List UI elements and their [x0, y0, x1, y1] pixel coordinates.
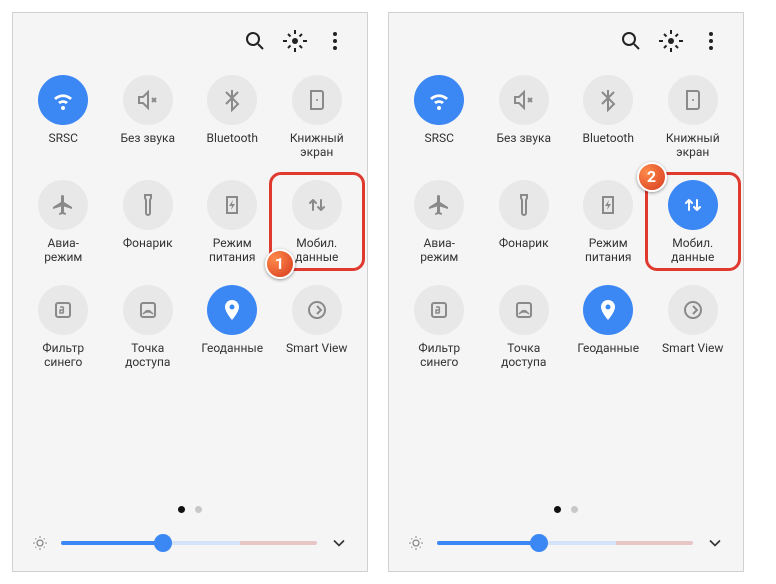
brightness-row — [13, 523, 367, 571]
qs-tile-flash[interactable]: Фонарик — [482, 180, 567, 265]
qs-tile-mute[interactable]: Без звука — [106, 75, 191, 160]
qs-tile-geo[interactable]: Геоданные — [566, 285, 651, 370]
sun-icon — [31, 534, 49, 552]
qs-tile-wifi[interactable]: SRSC — [21, 75, 106, 160]
airplane-icon — [38, 180, 88, 230]
hotspot-icon — [499, 285, 549, 335]
qs-tile-mobile[interactable]: Мобил. данные1 — [275, 180, 360, 265]
quick-settings-panel-left: SRSC Без звука Bluetooth Книжный экран Авиа-… — [12, 12, 368, 572]
tile-label: Bluetooth — [583, 131, 634, 159]
tile-label: Мобил. данные — [671, 236, 714, 265]
qs-tile-smartview[interactable]: Smart View — [275, 285, 360, 370]
bluetooth-icon — [207, 75, 257, 125]
qs-tile-bt[interactable]: Bluetooth — [566, 75, 651, 160]
qs-tile-bluefilter[interactable]: Фильтр синего — [397, 285, 482, 370]
hotspot-icon — [123, 285, 173, 335]
page-indicator — [13, 490, 367, 523]
book-icon — [292, 75, 342, 125]
qs-tile-bt[interactable]: Bluetooth — [190, 75, 275, 160]
qs-tile-smartview[interactable]: Smart View — [651, 285, 736, 370]
tile-label: Без звука — [120, 131, 175, 159]
tile-label: Фильтр синего — [42, 341, 84, 370]
tile-label: Книжный экран — [290, 131, 344, 160]
more-icon[interactable] — [699, 29, 723, 53]
chevron-down-icon[interactable] — [705, 533, 725, 553]
tile-label: Bluetooth — [207, 131, 258, 159]
tile-label: Фонарик — [123, 236, 173, 264]
tile-label: Режим питания — [209, 236, 256, 265]
data-icon — [668, 180, 718, 230]
tile-label: Авиа- режим — [44, 236, 82, 265]
wifi-icon — [414, 75, 464, 125]
tile-label: Геоданные — [577, 341, 639, 369]
book-icon — [668, 75, 718, 125]
qs-tile-power[interactable]: Режим питания — [190, 180, 275, 265]
bluetooth-icon — [583, 75, 633, 125]
location-icon — [207, 285, 257, 335]
qs-tile-book[interactable]: Книжный экран — [275, 75, 360, 160]
brightness-slider[interactable] — [61, 541, 317, 545]
qs-tile-airplane[interactable]: Авиа- режим — [21, 180, 106, 265]
gear-icon[interactable] — [659, 29, 683, 53]
tile-label: Режим питания — [585, 236, 632, 265]
tile-label: Фильтр синего — [418, 341, 460, 370]
mute-icon — [499, 75, 549, 125]
qs-tile-hotspot[interactable]: Точка доступа — [482, 285, 567, 370]
bfilter-icon — [414, 285, 464, 335]
tile-label: Smart View — [286, 341, 347, 369]
search-icon[interactable] — [243, 29, 267, 53]
qs-tile-bluefilter[interactable]: Фильтр синего — [21, 285, 106, 370]
qs-tile-power[interactable]: Режим питания — [566, 180, 651, 265]
qs-tile-flash[interactable]: Фонарик — [106, 180, 191, 265]
chevron-down-icon[interactable] — [329, 533, 349, 553]
qs-tile-airplane[interactable]: Авиа- режим — [397, 180, 482, 265]
tiles-grid: SRSC Без звука Bluetooth Книжный экран Авиа-… — [389, 61, 743, 369]
brightness-row — [389, 523, 743, 571]
qs-tile-book[interactable]: Книжный экран — [651, 75, 736, 160]
mute-icon — [123, 75, 173, 125]
location-icon — [583, 285, 633, 335]
tile-label: Книжный экран — [666, 131, 720, 160]
tile-label: SRSC — [49, 131, 78, 159]
battery-icon — [583, 180, 633, 230]
qs-tile-wifi[interactable]: SRSC — [397, 75, 482, 160]
tile-label: Фонарик — [499, 236, 549, 264]
tile-label: Smart View — [662, 341, 723, 369]
tile-label: Точка доступа — [125, 341, 170, 370]
tile-label: SRSC — [425, 131, 454, 159]
qs-tile-mute[interactable]: Без звука — [482, 75, 567, 160]
sun-icon — [407, 534, 425, 552]
step-badge: 2 — [637, 162, 667, 192]
wifi-icon — [38, 75, 88, 125]
step-badge: 1 — [265, 249, 295, 279]
smartview-icon — [292, 285, 342, 335]
brightness-slider[interactable] — [437, 541, 693, 545]
flashlight-icon — [499, 180, 549, 230]
tile-label: Без звука — [496, 131, 551, 159]
airplane-icon — [414, 180, 464, 230]
tiles-grid: SRSC Без звука Bluetooth Книжный экран Авиа-… — [13, 61, 367, 369]
quick-settings-panel-right: SRSC Без звука Bluetooth Книжный экран Авиа-… — [388, 12, 744, 572]
tile-label: Авиа- режим — [420, 236, 458, 265]
qs-tile-geo[interactable]: Геоданные — [190, 285, 275, 370]
flashlight-icon — [123, 180, 173, 230]
tile-label: Геоданные — [201, 341, 263, 369]
tile-label: Точка доступа — [501, 341, 546, 370]
qs-tile-hotspot[interactable]: Точка доступа — [106, 285, 191, 370]
tile-label: Мобил. данные — [295, 236, 338, 265]
gear-icon[interactable] — [283, 29, 307, 53]
bfilter-icon — [38, 285, 88, 335]
battery-icon — [207, 180, 257, 230]
qs-tile-mobile[interactable]: Мобил. данные2 — [651, 180, 736, 265]
data-icon — [292, 180, 342, 230]
page-indicator — [389, 490, 743, 523]
search-icon[interactable] — [619, 29, 643, 53]
more-icon[interactable] — [323, 29, 347, 53]
smartview-icon — [668, 285, 718, 335]
